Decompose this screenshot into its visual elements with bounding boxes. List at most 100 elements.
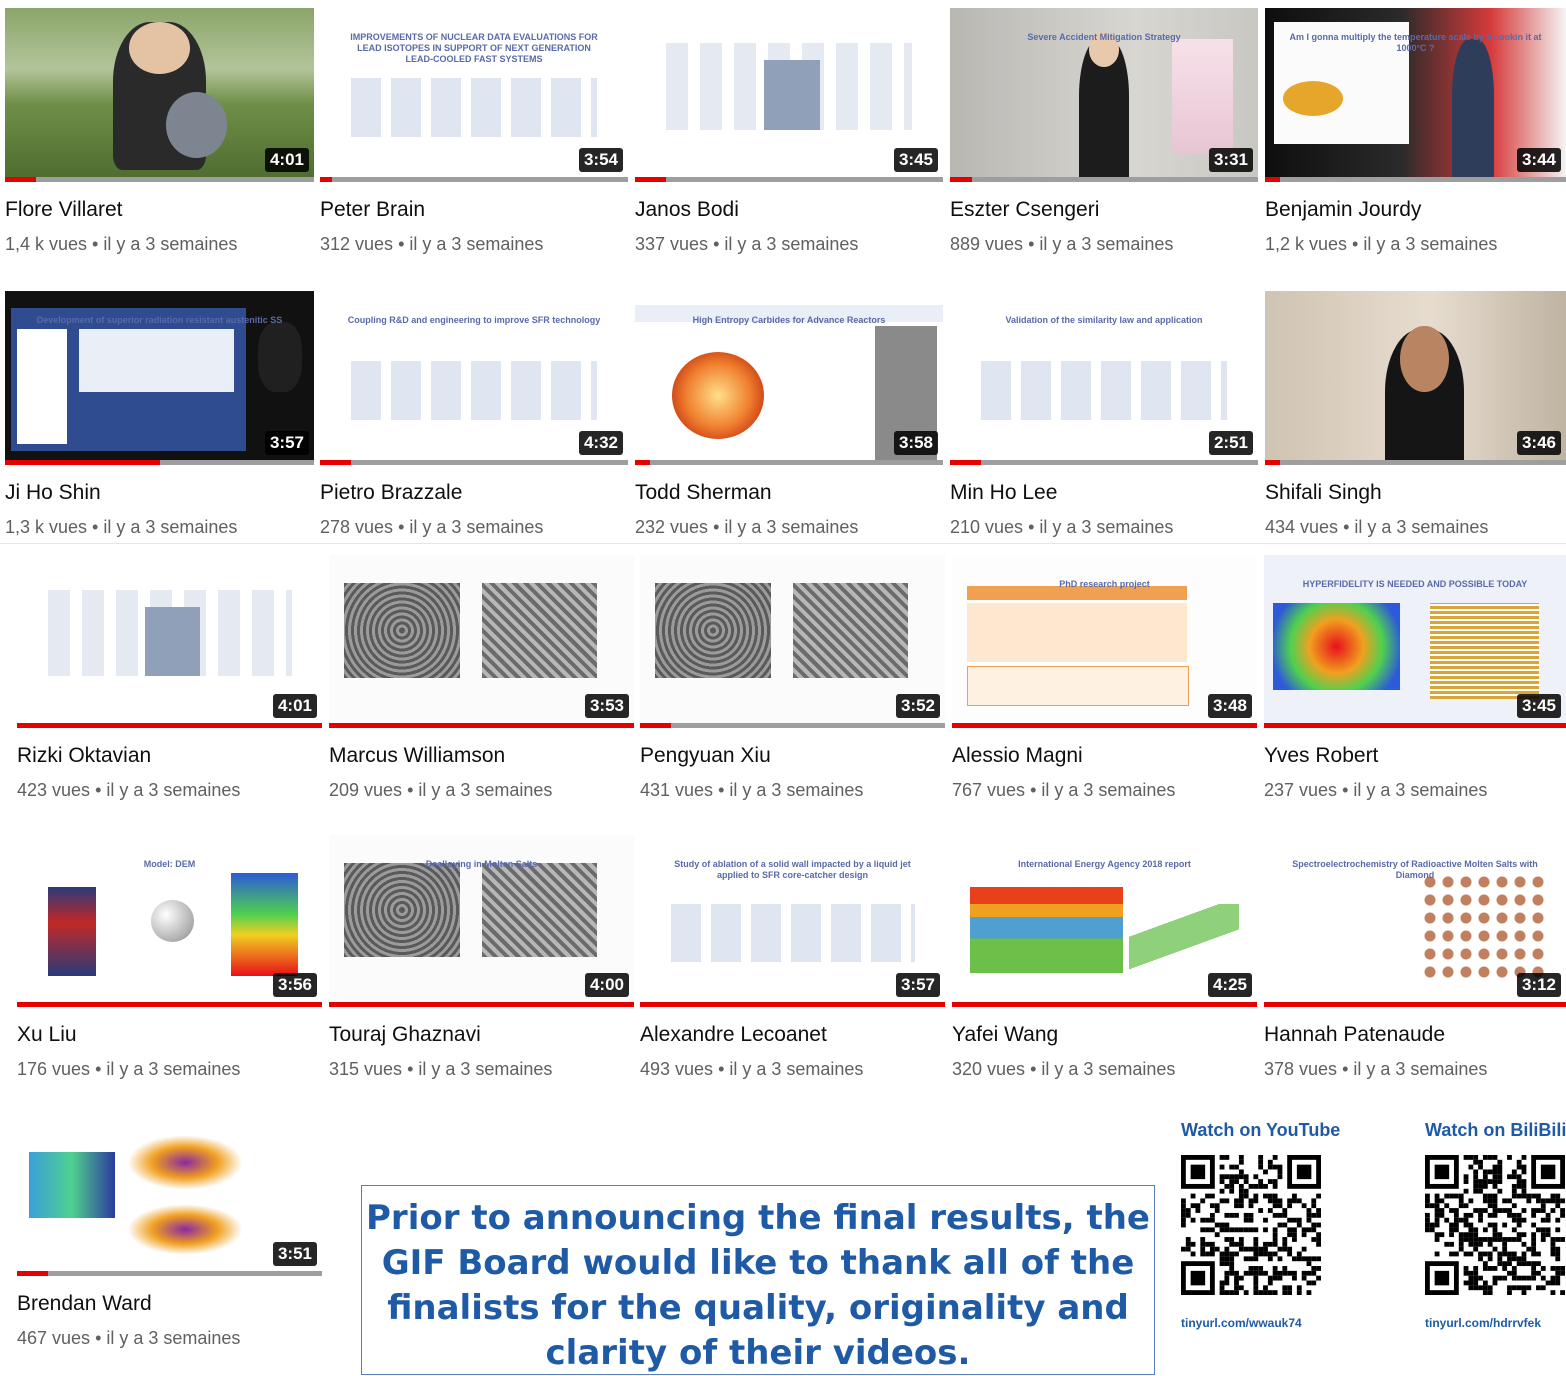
qr-url-bilibili[interactable]: tinyurl.com/hdrrvfek — [1425, 1316, 1566, 1330]
video-card[interactable]: International Energy Agency 2018 report 4… — [952, 835, 1257, 1080]
thumbnail-slide-title: Coupling R&D and engineering to improve … — [347, 315, 601, 326]
meta-separator: • — [393, 234, 410, 254]
video-thumbnail[interactable]: 3:52 — [640, 555, 945, 728]
qr-url-youtube[interactable]: tinyurl.com/wwauk74 — [1181, 1316, 1340, 1330]
video-meta: 312 vues • il y a 3 semaines — [320, 234, 628, 255]
video-title[interactable]: Ji Ho Shin — [5, 481, 314, 505]
duration-badge: 3:46 — [1516, 431, 1561, 455]
video-thumbnail[interactable]: HYPERFIDELITY IS NEEDED AND POSSIBLE TOD… — [1264, 555, 1566, 728]
video-title[interactable]: Todd Sherman — [635, 481, 943, 505]
video-card[interactable]: 3:53 Marcus Williamson 209 vues • il y a 3… — [329, 555, 634, 801]
video-card[interactable]: 4:01 Rizki Oktavian 423 vues • il y a 3 se… — [17, 555, 322, 801]
video-card[interactable]: IMPROVEMENTS OF NUCLEAR DATA EVALUATIONS… — [320, 8, 628, 255]
video-card[interactable]: Dealloying in Molten Salts 4:00 Touraj Gha… — [329, 835, 634, 1080]
video-thumbnail[interactable]: Spectroelectrochemistry of Radioactive M… — [1264, 835, 1566, 1007]
video-card[interactable]: 3:51 Brendan Ward 467 vues • il y a 3 sema… — [17, 1104, 322, 1349]
video-thumbnail[interactable]: Development of superior radiation resist… — [5, 291, 314, 465]
video-title[interactable]: Yafei Wang — [952, 1023, 1257, 1047]
video-title[interactable]: Pietro Brazzale — [320, 481, 628, 505]
video-thumbnail[interactable]: International Energy Agency 2018 report 4… — [952, 835, 1257, 1007]
video-thumbnail[interactable]: Am I gonna multiply the temperature scal… — [1265, 8, 1566, 182]
video-title[interactable]: Flore Villaret — [5, 198, 314, 222]
video-title[interactable]: Eszter Csengeri — [950, 198, 1258, 222]
video-thumbnail[interactable]: Model: DEM 3:56 — [17, 835, 322, 1007]
video-title[interactable]: Pengyuan Xiu — [640, 744, 945, 768]
video-thumbnail[interactable]: PhD research project 3:48 — [952, 555, 1257, 728]
video-title[interactable]: Hannah Patenaude — [1264, 1023, 1566, 1047]
video-title[interactable]: Yves Robert — [1264, 744, 1566, 768]
video-card[interactable]: Coupling R&D and engineering to improve … — [320, 291, 628, 538]
video-thumbnail[interactable]: 4:01 — [5, 8, 314, 182]
video-card[interactable]: Development of superior radiation resist… — [5, 291, 314, 538]
upload-age: il y a 3 semaines — [418, 780, 553, 800]
video-card[interactable]: Spectroelectrochemistry of Radioactive M… — [1264, 835, 1566, 1080]
video-title[interactable]: Rizki Oktavian — [17, 744, 322, 768]
qr-block-bilibili[interactable]: Watch on BiliBili tinyurl.com/hdrrvfek — [1425, 1120, 1566, 1330]
watch-progress-bar — [952, 723, 1257, 728]
watch-progress-bar — [320, 177, 628, 182]
video-thumbnail[interactable]: 4:01 — [17, 555, 322, 728]
upload-age: il y a 3 semaines — [106, 1059, 241, 1079]
video-thumbnail[interactable]: Validation of the similarity law and app… — [950, 291, 1258, 465]
duration-badge: 3:53 — [584, 694, 629, 718]
video-card[interactable]: Model: DEM 3:56 Xu Liu 176 vues • il y a 3 … — [17, 835, 322, 1080]
video-thumbnail[interactable]: 3:53 — [329, 555, 634, 728]
duration-badge: 4:32 — [578, 431, 623, 455]
video-thumbnail[interactable]: Study of ablation of a solid wall impact… — [640, 835, 945, 1007]
video-thumbnail[interactable]: High Entropy Carbides for Advance Reacto… — [635, 291, 943, 465]
meta-separator: • — [402, 1059, 419, 1079]
watch-progress-fill — [635, 460, 651, 465]
video-card[interactable]: Severe Accident Mitigation Strategy 3:31 E… — [950, 8, 1258, 255]
video-title[interactable]: Marcus Williamson — [329, 744, 634, 768]
video-card[interactable]: High Entropy Carbides for Advance Reacto… — [635, 291, 943, 538]
view-count: 312 vues — [320, 234, 394, 254]
video-thumbnail[interactable]: Dealloying in Molten Salts 4:00 — [329, 835, 634, 1007]
video-card[interactable]: HYPERFIDELITY IS NEEDED AND POSSIBLE TOD… — [1264, 555, 1566, 801]
video-title[interactable]: Min Ho Lee — [950, 481, 1258, 505]
video-title[interactable]: Benjamin Jourdy — [1265, 198, 1566, 222]
video-card[interactable]: Study of ablation of a solid wall impact… — [640, 835, 945, 1080]
watch-progress-fill — [952, 723, 1257, 728]
video-thumbnail[interactable]: Severe Accident Mitigation Strategy 3:31 — [950, 8, 1258, 182]
video-meta: 237 vues • il y a 3 semaines — [1264, 780, 1566, 801]
video-title[interactable]: Alessio Magni — [952, 744, 1257, 768]
watch-progress-bar — [1265, 460, 1566, 465]
view-count: 320 vues — [952, 1059, 1026, 1079]
video-title[interactable]: Peter Brain — [320, 198, 628, 222]
video-card[interactable]: 4:01 Flore Villaret 1,4 k vues • il y a 3 … — [5, 8, 314, 255]
video-title[interactable]: Touraj Ghaznavi — [329, 1023, 634, 1047]
meta-separator: • — [1025, 780, 1042, 800]
watch-progress-fill — [1265, 177, 1281, 182]
watch-progress-fill — [1264, 723, 1566, 728]
video-meta: 889 vues • il y a 3 semaines — [950, 234, 1258, 255]
video-thumbnail[interactable]: 3:46 — [1265, 291, 1566, 465]
video-title[interactable]: Xu Liu — [17, 1023, 322, 1047]
video-title[interactable]: Janos Bodi — [635, 198, 943, 222]
video-meta: 767 vues • il y a 3 semaines — [952, 780, 1257, 801]
watch-progress-bar — [635, 460, 943, 465]
duration-badge: 4:25 — [1207, 973, 1252, 997]
video-title[interactable]: Alexandre Lecoanet — [640, 1023, 945, 1047]
video-card[interactable]: PhD research project 3:48 Alessio Magni 767… — [952, 555, 1257, 801]
video-thumbnail[interactable]: Coupling R&D and engineering to improve … — [320, 291, 628, 465]
thumbnail-slide-title: Model: DEM — [143, 859, 196, 870]
video-thumbnail[interactable]: 3:51 — [17, 1104, 322, 1276]
video-card[interactable]: 3:45 Janos Bodi 337 vues • il y a 3 semain… — [635, 8, 943, 255]
meta-separator: • — [1337, 780, 1354, 800]
video-thumbnail[interactable]: IMPROVEMENTS OF NUCLEAR DATA EVALUATIONS… — [320, 8, 628, 182]
qr-code-youtube[interactable] — [1181, 1155, 1321, 1295]
video-thumbnail[interactable]: 3:45 — [635, 8, 943, 182]
video-card[interactable]: Am I gonna multiply the temperature scal… — [1265, 8, 1566, 255]
qr-block-youtube[interactable]: Watch on YouTube tinyurl.com/wwauk74 — [1181, 1120, 1340, 1330]
video-card[interactable]: 3:52 Pengyuan Xiu 431 vues • il y a 3 sema… — [640, 555, 945, 801]
video-title[interactable]: Shifali Singh — [1265, 481, 1566, 505]
duration-badge: 4:00 — [584, 973, 629, 997]
video-meta: 209 vues • il y a 3 semaines — [329, 780, 634, 801]
video-card[interactable]: Validation of the similarity law and app… — [950, 291, 1258, 538]
video-title[interactable]: Brendan Ward — [17, 1292, 322, 1316]
watch-progress-fill — [5, 460, 160, 465]
qr-code-bilibili[interactable] — [1425, 1155, 1565, 1295]
video-card[interactable]: 3:46 Shifali Singh 434 vues • il y a 3 sem… — [1265, 291, 1566, 538]
upload-age: il y a 3 semaines — [1353, 1059, 1488, 1079]
video-meta: 315 vues • il y a 3 semaines — [329, 1059, 634, 1080]
